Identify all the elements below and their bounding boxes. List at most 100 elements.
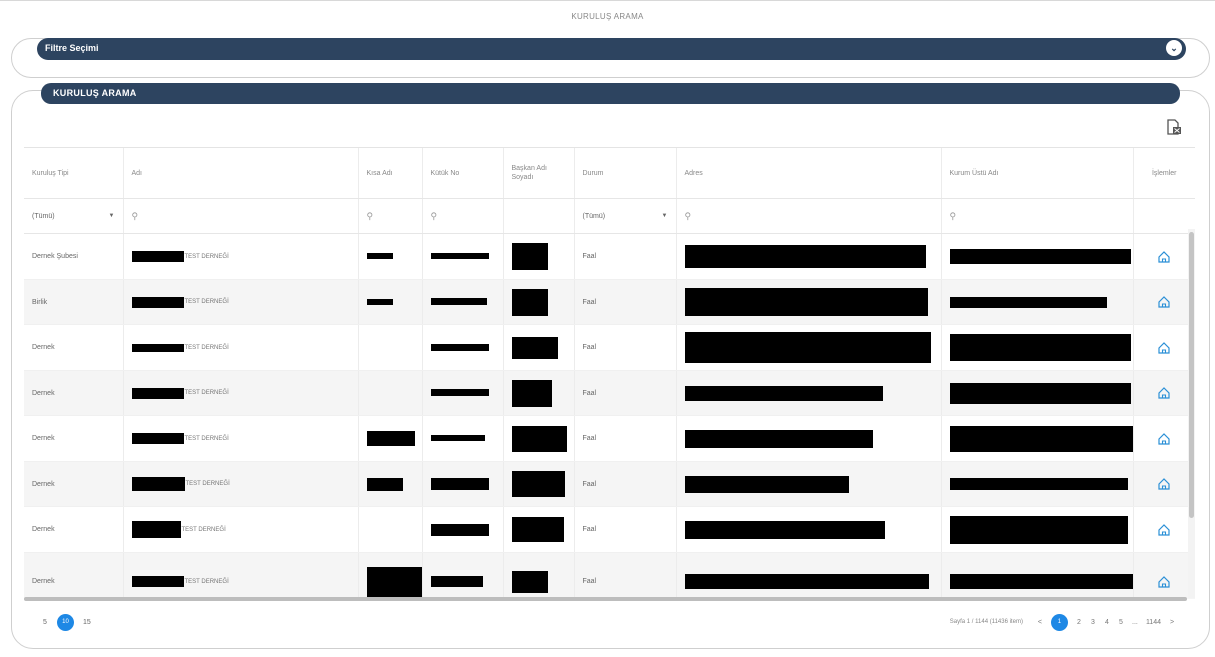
redacted-block	[949, 296, 1107, 308]
chevron-down-icon: ▼	[661, 213, 668, 219]
page-button[interactable]: 3	[1090, 619, 1096, 626]
page-size-option-active[interactable]: 10	[57, 613, 74, 631]
cell-address	[676, 506, 942, 553]
cell-status: Faal	[574, 279, 677, 325]
column-header-address[interactable]: Adres	[676, 148, 942, 199]
cell-registry-no	[422, 370, 504, 416]
home-icon[interactable]	[1157, 523, 1171, 537]
cell-type: Dernek	[24, 506, 124, 553]
address-filter-input[interactable]: ⚲	[676, 198, 942, 234]
horizontal-scrollbar[interactable]	[24, 597, 1187, 601]
search-icon: ⚲	[131, 210, 139, 221]
redacted-block	[430, 343, 489, 351]
cell-short-name	[358, 506, 423, 553]
cell-president	[503, 552, 575, 599]
cell-status: Faal	[574, 506, 677, 553]
table-row[interactable]: Birlik TEST DERNEĞİ Faal	[24, 279, 1195, 325]
export-excel-icon[interactable]	[1166, 119, 1182, 136]
cell-registry-no	[422, 279, 504, 325]
next-page-button[interactable]: >	[1169, 619, 1175, 626]
page-button-active[interactable]: 1	[1050, 613, 1068, 631]
table-row[interactable]: Dernek TEST DERNEĞİ Faal	[24, 324, 1195, 371]
page-size-option[interactable]: 15	[83, 619, 91, 626]
cell-actions	[1133, 552, 1195, 599]
type-filter-select[interactable]: (Tümü) ▼	[24, 198, 124, 234]
redacted-block	[430, 298, 487, 306]
registry-no-filter-input[interactable]: ⚲	[422, 198, 504, 234]
redacted-block	[684, 429, 873, 448]
cell-address	[676, 324, 942, 371]
column-header-name[interactable]: Adı	[123, 148, 359, 199]
redacted-block	[366, 477, 403, 491]
cell-short-name	[358, 279, 423, 325]
page-button[interactable]: 4	[1104, 619, 1110, 626]
redacted-block	[511, 336, 558, 359]
short-name-filter-input[interactable]: ⚲	[358, 198, 423, 234]
table-row[interactable]: Dernek TEST DERNEĞİ Faal	[24, 506, 1195, 553]
chevron-down-icon: ▼	[108, 213, 115, 219]
cell-type: Dernek	[24, 461, 124, 507]
cell-parent-org	[941, 415, 1134, 462]
column-header-registry-no[interactable]: Kütük No	[422, 148, 504, 199]
column-header-parent-org[interactable]: Kurum Üstü Adı	[941, 148, 1134, 199]
filter-header-label: Filtre Seçimi	[45, 43, 99, 53]
redacted-block	[949, 425, 1132, 452]
redacted-block	[684, 332, 931, 363]
parent-org-filter-input[interactable]: ⚲	[941, 198, 1134, 234]
redacted-block	[430, 389, 489, 397]
column-header-type[interactable]: Kuruluş Tipi	[24, 148, 124, 199]
redacted-block	[131, 343, 184, 352]
redacted-block	[949, 334, 1131, 361]
home-icon[interactable]	[1157, 432, 1171, 446]
cell-address	[676, 233, 942, 280]
filter-header[interactable]: Filtre Seçimi ⌄	[37, 38, 1186, 60]
page-size-selector: 5 10 15	[42, 613, 91, 631]
chevron-down-icon[interactable]: ⌄	[1166, 40, 1182, 56]
column-header-status[interactable]: Durum	[574, 148, 677, 199]
cell-address	[676, 370, 942, 416]
redacted-block	[131, 477, 185, 491]
page-button[interactable]: 1144	[1146, 619, 1161, 626]
home-icon[interactable]	[1157, 575, 1171, 589]
president-filter-cell	[503, 198, 575, 234]
cell-name: TEST DERNEĞİ	[123, 279, 359, 325]
page-button[interactable]: 5	[1118, 619, 1124, 626]
search-icon: ⚲	[366, 210, 374, 221]
cell-actions	[1133, 279, 1195, 325]
table-row[interactable]: Dernek TEST DERNEĞİ Faal	[24, 461, 1195, 507]
table-row[interactable]: Dernek TEST DERNEĞİ Faal	[24, 370, 1195, 416]
vertical-scrollbar-thumb[interactable]	[1189, 232, 1194, 518]
cell-type: Dernek	[24, 324, 124, 371]
type-filter-value: (Tümü)	[32, 212, 55, 220]
cell-status: Faal	[574, 324, 677, 371]
cell-status: Faal	[574, 415, 677, 462]
column-header-president[interactable]: Başkan Adı Soyadı	[503, 148, 575, 199]
status-filter-select[interactable]: (Tümü) ▼	[574, 198, 677, 234]
table-row[interactable]: Dernek TEST DERNEĞİ Faal	[24, 415, 1195, 462]
redacted-block	[511, 471, 565, 497]
cell-president	[503, 506, 575, 553]
cell-name: TEST DERNEĞİ	[123, 461, 359, 507]
home-icon[interactable]	[1157, 295, 1171, 309]
cell-address	[676, 279, 942, 325]
name-filter-input[interactable]: ⚲	[123, 198, 359, 234]
cell-name: TEST DERNEĞİ	[123, 324, 359, 371]
cell-name: TEST DERNEĞİ	[123, 506, 359, 553]
cell-parent-org	[941, 279, 1134, 325]
cell-president	[503, 461, 575, 507]
page-button[interactable]: 2	[1076, 619, 1082, 626]
cell-short-name	[358, 233, 423, 280]
home-icon[interactable]	[1157, 386, 1171, 400]
prev-page-button[interactable]: <	[1037, 619, 1043, 626]
page-size-option[interactable]: 5	[42, 619, 48, 626]
table-row[interactable]: Dernek Şubesi TEST DERNEĞİ Faal	[24, 233, 1195, 280]
home-icon[interactable]	[1157, 477, 1171, 491]
home-icon[interactable]	[1157, 250, 1171, 264]
table-row[interactable]: Dernek TEST DERNEĞİ Faal	[24, 552, 1195, 599]
cell-address	[676, 552, 942, 599]
status-filter-value: (Tümü)	[582, 212, 606, 220]
search-panel-header: KURULUŞ ARAMA	[41, 83, 1180, 104]
column-header-short-name[interactable]: Kısa Adı	[358, 148, 423, 199]
home-icon[interactable]	[1157, 341, 1171, 355]
cell-registry-no	[422, 552, 504, 599]
